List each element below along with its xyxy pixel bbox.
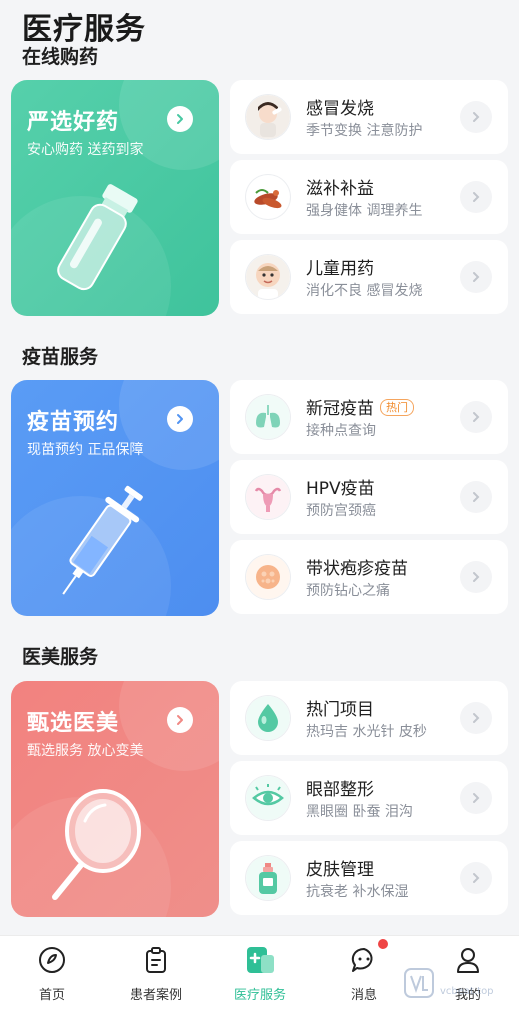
item-title: 眼部整形 (306, 780, 374, 800)
item-subtitle: 抗衰老 补水保湿 (306, 884, 409, 900)
notification-dot (378, 939, 388, 949)
online-pharmacy-card[interactable]: 严选好药 安心购药 送药到家 (11, 80, 219, 316)
tonic-herbs-icon (246, 175, 290, 219)
item-title: 滋补补益 (306, 179, 374, 199)
chevron-right-icon[interactable] (460, 782, 492, 814)
item-title: 皮肤管理 (306, 860, 374, 880)
item-card-shingles-vaccine[interactable]: 带状疱疹疫苗 预防钻心之痛 (230, 540, 508, 614)
item-title: HPV疫苗 (306, 479, 375, 499)
section-title-beauty: 医美服务 (22, 646, 99, 668)
tab-label: 消息 (350, 988, 377, 1003)
item-card-eye-surgery[interactable]: 眼部整形 黑眼圈 卧蚕 泪沟 (230, 761, 508, 835)
item-subtitle: 预防钻心之痛 (306, 583, 390, 599)
medical-service-icon (244, 944, 276, 976)
chevron-right-icon[interactable] (460, 181, 492, 213)
sick-child-icon (246, 95, 290, 139)
item-card-children-medicine[interactable]: 儿童用药 消化不良 感冒发烧 (230, 240, 508, 314)
herpes-icon (246, 555, 290, 599)
medical-beauty-card[interactable]: 甄选医美 甄选服务 放心变美 (11, 681, 219, 917)
item-card-hpv-vaccine[interactable]: HPV疫苗 预防宫颈癌 (230, 460, 508, 534)
item-card-covid-vaccine[interactable]: 新冠疫苗 热门 接种点查询 (230, 380, 508, 454)
lungs-icon (246, 395, 290, 439)
hot-badge: 热门 (380, 399, 414, 416)
medicine-bottle-icon (57, 184, 138, 291)
item-title: 热门项目 (306, 700, 374, 720)
baby-icon (246, 255, 290, 299)
item-subtitle: 预防宫颈癌 (306, 503, 376, 519)
skincare-bottle-icon (246, 856, 290, 900)
message-icon (348, 944, 380, 976)
syringe-icon (62, 485, 143, 595)
item-title-text: 新冠疫苗 (306, 399, 374, 419)
item-subtitle: 黑眼圈 卧蚕 泪沟 (306, 804, 413, 820)
item-card-tonic[interactable]: 滋补补益 强身健体 调理养生 (230, 160, 508, 234)
item-title: 带状疱疹疫苗 (306, 559, 408, 579)
watermark: vcbeat.top (404, 968, 512, 1004)
item-subtitle: 消化不良 感冒发烧 (306, 283, 423, 299)
chevron-right-icon[interactable] (460, 862, 492, 894)
chevron-right-icon[interactable] (167, 106, 193, 132)
chevron-right-icon[interactable] (460, 101, 492, 133)
item-card-cold-fever[interactable]: 感冒发烧 季节变换 注意防护 (230, 80, 508, 154)
tab-patient-cases[interactable]: 患者案例 (104, 936, 208, 1013)
card-subtitle: 甄选服务 放心变美 (27, 743, 144, 759)
tab-label: 医疗服务 (233, 988, 286, 1003)
chevron-right-icon[interactable] (460, 261, 492, 293)
section-title-vaccine: 疫苗服务 (22, 346, 99, 368)
card-subtitle: 现苗预约 正品保障 (27, 442, 144, 458)
chevron-right-icon[interactable] (460, 702, 492, 734)
item-subtitle: 接种点查询 (306, 423, 376, 439)
eye-icon (246, 776, 290, 820)
tab-label: 首页 (38, 988, 65, 1003)
section-title-online: 在线购药 (22, 46, 99, 68)
card-title: 疫苗预约 (27, 410, 120, 435)
item-subtitle: 强身健体 调理养生 (306, 203, 423, 219)
clipboard-icon (140, 944, 172, 976)
watermark-text: vcbeat.top (440, 986, 494, 997)
card-subtitle: 安心购药 送药到家 (27, 142, 144, 158)
vaccine-appointment-card[interactable]: 疫苗预约 现苗预约 正品保障 (11, 380, 219, 616)
tab-label: 患者案例 (129, 988, 182, 1003)
chevron-right-icon[interactable] (167, 707, 193, 733)
item-title: 感冒发烧 (306, 99, 374, 119)
chevron-right-icon[interactable] (460, 561, 492, 593)
uterus-icon (246, 475, 290, 519)
item-card-hot-projects[interactable]: 热门项目 热玛吉 水光针 皮秒 (230, 681, 508, 755)
chevron-right-icon[interactable] (460, 401, 492, 433)
item-card-skin-care[interactable]: 皮肤管理 抗衰老 补水保湿 (230, 841, 508, 915)
tab-home[interactable]: 首页 (0, 936, 104, 1013)
card-title: 严选好药 (27, 110, 120, 135)
tab-messages[interactable]: 消息 (312, 936, 416, 1013)
chevron-right-icon[interactable] (167, 406, 193, 432)
chevron-right-icon[interactable] (460, 481, 492, 513)
card-title: 甄选医美 (27, 711, 120, 736)
item-subtitle: 季节变换 注意防护 (306, 123, 423, 139)
tab-medical-service[interactable]: 医疗服务 (208, 936, 312, 1013)
home-icon (36, 944, 68, 976)
hand-mirror-icon (52, 789, 141, 900)
droplet-icon (246, 696, 290, 740)
item-title: 儿童用药 (306, 259, 374, 279)
item-title: 新冠疫苗 热门 (306, 394, 414, 419)
item-subtitle: 热玛吉 水光针 皮秒 (306, 724, 427, 740)
watermark-logo-icon (404, 968, 434, 998)
